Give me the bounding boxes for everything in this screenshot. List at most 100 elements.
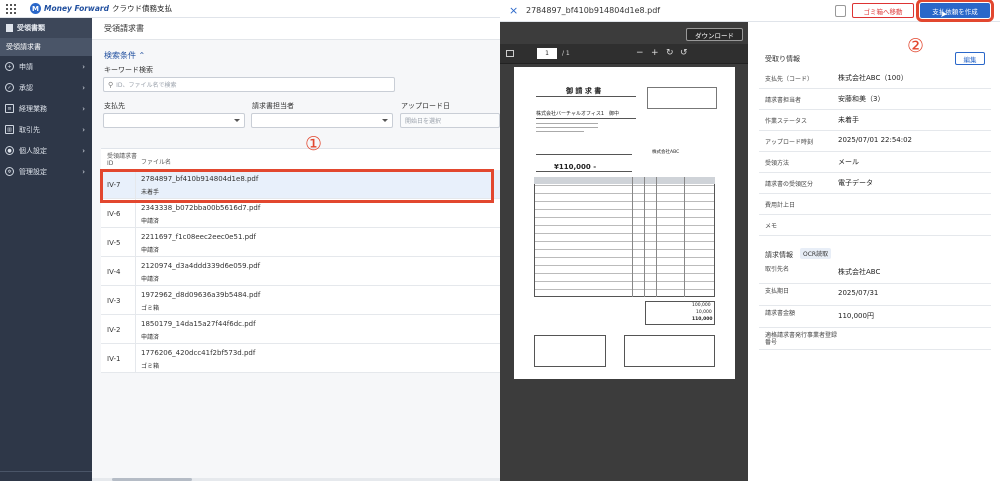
row-filename[interactable]: 1850179_14da15a27f44f6dc.pdf xyxy=(141,320,256,328)
cursor-icon: ➤ xyxy=(940,10,948,20)
info-row-value: 安藤和美（3） xyxy=(838,95,885,103)
sidebar-section-received-docs[interactable]: 受領書類 xyxy=(0,18,92,38)
callout-2: ② xyxy=(907,35,925,57)
sidebar-footer xyxy=(0,471,92,481)
doc-total: 110,000 xyxy=(692,317,713,322)
info-row-label: 請求書の受領区分 xyxy=(765,181,814,188)
info-row-value: メール xyxy=(838,158,859,166)
row-status: 申請済 xyxy=(141,218,160,225)
trash-button[interactable]: ゴミ箱へ移動 xyxy=(852,3,914,18)
pdf-viewer: ダウンロード 1 / 1 − + ↻ ↺ 御 請 求 書 株式会社バーチャルオフ… xyxy=(500,22,748,481)
chevron-right-icon: › xyxy=(82,62,85,71)
check-circle-icon: ✓ xyxy=(5,83,14,92)
filter-toggle[interactable]: 検索条件 ⌃ xyxy=(104,50,145,61)
row-id: IV-2 xyxy=(107,326,121,334)
table-row[interactable]: IV-2 1850179_14da15a27f44f6dc.pdf 申請済 xyxy=(101,315,500,344)
edit-button[interactable]: 編集 xyxy=(955,52,985,65)
info-row-label: アップロード時刻 xyxy=(765,139,814,146)
row-filename[interactable]: 2343338_b072bba00b5616d7.pdf xyxy=(141,204,260,212)
table-row[interactable]: IV-1 1776206_420dcc41f2bf573d.pdf ゴミ箱 xyxy=(101,344,500,373)
info-row: 適格請求書発行事業者登録番号 xyxy=(759,328,991,350)
logo-mark: M xyxy=(30,3,41,14)
info-row-value: 株式会社ABC（100） xyxy=(838,74,908,82)
row-id: IV-1 xyxy=(107,355,121,363)
create-payment-request-button[interactable]: 支払依頼を作成 xyxy=(916,0,994,22)
ocr-badge: OCR読取 xyxy=(800,248,832,259)
info-row-value: 未着手 xyxy=(838,116,859,124)
row-divider xyxy=(135,199,136,228)
doc-recipient: 株式会社バーチャルオフィス1 御中 xyxy=(536,111,620,117)
main-content: 受領請求書 検索条件 ⌃ キーワード検索 ⚲ ID、ファイル名で検索 支払先 請… xyxy=(92,18,500,481)
copy-icon[interactable] xyxy=(835,5,846,17)
app-header: M Money Forward クラウド債務支払 xyxy=(0,0,500,18)
info-row-label: メモ xyxy=(765,223,778,230)
sidebar-item-admin[interactable]: ✲ 管理設定 › xyxy=(0,161,92,182)
column-header-filename[interactable]: ファイル名 xyxy=(141,157,171,166)
chevron-right-icon: › xyxy=(82,167,85,176)
info-row-label: 請求書担当者 xyxy=(765,97,802,104)
info-row-value: 2025/07/01 22:54:02 xyxy=(838,136,913,144)
trash-button-label: ゴミ箱へ移動 xyxy=(863,7,903,16)
info-row: 請求書の受領区分 電子データ xyxy=(759,173,991,194)
owner-label: 請求書担当者 xyxy=(252,102,294,110)
info-row-label: 請求書金額 xyxy=(765,310,796,317)
table-row[interactable]: IV-3 1972962_d8d09636a39b5484.pdf ゴミ箱 xyxy=(101,286,500,315)
row-divider xyxy=(135,257,136,286)
rotate-ccw-icon[interactable]: ↺ xyxy=(680,48,688,58)
sidebar-item-received-invoices[interactable]: 受領請求書 xyxy=(0,38,92,56)
app-grid-icon[interactable] xyxy=(6,3,16,14)
column-header-id[interactable]: 受領請求書ID xyxy=(107,153,137,167)
row-filename[interactable]: 1972962_d8d09636a39b5484.pdf xyxy=(141,291,260,299)
zoom-out-icon[interactable]: − xyxy=(636,48,644,58)
upload-date-start-input[interactable]: 開始日を選択 xyxy=(400,113,500,128)
doc-subtotal: 100,000 xyxy=(692,303,711,308)
sidebar-toggle-icon[interactable] xyxy=(506,50,514,57)
sidebar-item-approval[interactable]: ✓ 承認 › xyxy=(0,77,92,98)
doc-tax: 10,000 xyxy=(696,310,712,315)
page-number-input[interactable]: 1 xyxy=(537,48,557,59)
sidebar-item-partners[interactable]: ▥ 取引先 › xyxy=(0,119,92,140)
doc-title: 御 請 求 書 xyxy=(566,87,602,95)
info-row: 支払期日 2025/07/31 xyxy=(759,284,991,306)
info-row: メモ xyxy=(759,215,991,236)
info-row: 受領方法 メール xyxy=(759,152,991,173)
pdf-toolbar: 1 / 1 − + ↻ ↺ xyxy=(500,44,748,64)
filter-panel: 検索条件 ⌃ キーワード検索 ⚲ ID、ファイル名で検索 支払先 請求書担当者 … xyxy=(92,40,500,152)
document-icon xyxy=(6,24,13,32)
row-divider xyxy=(135,228,136,257)
page-total: / 1 xyxy=(562,50,570,57)
row-id: IV-6 xyxy=(107,210,121,218)
table-row[interactable]: IV-4 2120974_d3a4ddd339d6e059.pdf 申請済 xyxy=(101,257,500,286)
row-filename[interactable]: 1776206_420dcc41f2bf573d.pdf xyxy=(141,349,255,357)
plus-circle-icon: + xyxy=(5,62,14,71)
sidebar-item-accounting[interactable]: ≡ 経理業務 › xyxy=(0,98,92,119)
zoom-in-icon[interactable]: + xyxy=(651,48,659,58)
keyword-search-input[interactable]: ⚲ ID、ファイル名で検索 xyxy=(103,77,395,92)
close-icon[interactable]: × xyxy=(509,4,518,17)
gear-icon: ✲ xyxy=(5,167,14,176)
table-row[interactable]: IV-5 2211697_f1c08eec2eec0e51.pdf 申請済 xyxy=(101,228,500,257)
payee-select[interactable] xyxy=(103,113,245,128)
info-row-label: 適格請求書発行事業者登録番号 xyxy=(765,332,838,346)
sidebar-item-label: 個人設定 xyxy=(19,146,47,155)
preview-filename: 2784897_bf410b914804d1e8.pdf xyxy=(526,6,661,15)
info-row-label: 作業ステータス xyxy=(765,118,808,125)
keyword-label: キーワード検索 xyxy=(104,66,153,74)
chevron-right-icon: › xyxy=(82,125,85,134)
sidebar-item-application[interactable]: + 申請 › xyxy=(0,56,92,77)
sidebar: 受領書類 受領請求書 + 申請 › ✓ 承認 › ≡ 経理業務 › ▥ 取引先 › ● 個人設定 ›… xyxy=(0,18,92,481)
sidebar-item-personal[interactable]: ● 個人設定 › xyxy=(0,140,92,161)
sidebar-item-label: 取引先 xyxy=(19,125,40,134)
row-filename[interactable]: 2120974_d3a4ddd339d6e059.pdf xyxy=(141,262,260,270)
document-icon: ≡ xyxy=(5,104,14,113)
download-button-label: ダウンロード xyxy=(695,31,734,40)
preview-panel-header: × 2784897_bf410b914804d1e8.pdf ゴミ箱へ移動 支払… xyxy=(500,0,1000,22)
row-filename[interactable]: 2211697_f1c08eec2eec0e51.pdf xyxy=(141,233,256,241)
rotate-cw-icon[interactable]: ↻ xyxy=(666,48,674,58)
owner-select[interactable] xyxy=(251,113,393,128)
sidebar-item-label: 経理業務 xyxy=(19,104,47,113)
download-button[interactable]: ダウンロード xyxy=(686,28,743,41)
row-divider xyxy=(135,286,136,315)
table-row[interactable]: IV-6 2343338_b072bba00b5616d7.pdf 申請済 xyxy=(101,199,500,228)
chevron-right-icon: › xyxy=(82,146,85,155)
